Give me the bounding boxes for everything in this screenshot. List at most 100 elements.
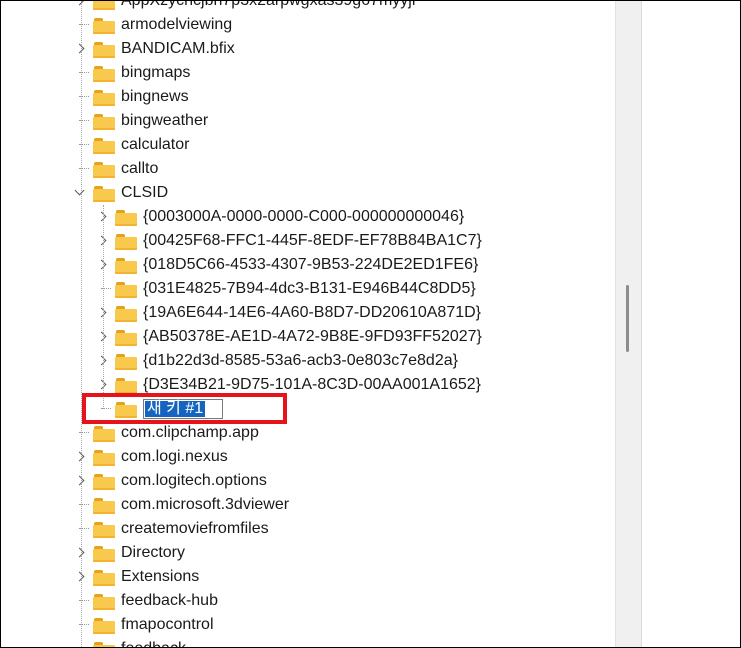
tree-item-label: calculator — [121, 136, 190, 153]
tree-item-label: {d1b22d3d-8585-53a6-acb3-0e803c7e8d2a} — [143, 352, 458, 369]
tree-connector — [73, 493, 89, 517]
tree-item-label: feedback-hub — [121, 592, 218, 609]
folder-icon — [93, 89, 115, 106]
tree-item-label: Directory — [121, 544, 186, 561]
tree-item-bingnews[interactable]: bingnews — [73, 85, 189, 109]
folder-icon — [93, 473, 115, 490]
chevron-right-icon[interactable] — [73, 37, 89, 61]
tree-item-clsid-child[interactable]: {19A6E644-14E6-4A60-B8D7-DD20610A871D} — [95, 301, 481, 325]
registry-key-tree: AppXzycncjbh7p3x2arpwgxas39g67myyjr armod… — [1, 1, 611, 647]
folder-icon — [93, 617, 115, 634]
folder-icon — [93, 569, 115, 586]
folder-icon — [93, 17, 115, 34]
chevron-right-icon[interactable] — [73, 1, 89, 13]
tree-item-label: {018D5C66-4533-4307-9B53-224DE2ED1FE6} — [143, 256, 479, 273]
tree-item-label: {0003000A-0000-0000-C000-000000000046} — [143, 208, 465, 225]
tree-connector — [73, 61, 89, 85]
folder-icon — [115, 209, 137, 226]
tree-item-label: feedback — [121, 640, 186, 647]
scrollbar-thumb[interactable] — [626, 285, 629, 352]
tree-item-clsid-child[interactable]: {031E4825-7B94-4dc3-B131-E946B44C8DD5} — [95, 277, 476, 301]
tree-item-label: fmapocontrol — [121, 616, 214, 633]
tree-item-callto[interactable]: callto — [73, 157, 158, 181]
tree-item-calculator[interactable]: calculator — [73, 133, 189, 157]
tree-vertical-scrollbar[interactable] — [615, 1, 641, 647]
tree-connector — [73, 517, 89, 541]
tree-item-com-microsoft-3dviewer[interactable]: com.microsoft.3dviewer — [73, 493, 289, 517]
folder-icon — [115, 377, 137, 394]
folder-icon — [93, 1, 115, 10]
tree-item-clsid-child[interactable]: {AB50378E-AE1D-4A72-9B8E-9FD93FF52027} — [95, 325, 482, 349]
tree-item-clsid-child[interactable]: {00425F68-FFC1-445F-8EDF-EF78B84BA1C7} — [95, 229, 482, 253]
tree-item-fmapocontrol[interactable]: fmapocontrol — [73, 613, 214, 637]
tree-item-bingmaps[interactable]: bingmaps — [73, 61, 190, 85]
tree-item-clsid-child[interactable]: {0003000A-0000-0000-C000-000000000046} — [95, 205, 464, 229]
tree-item-extensions[interactable]: Extensions — [73, 565, 199, 589]
folder-icon — [93, 497, 115, 514]
chevron-right-icon[interactable] — [73, 469, 89, 493]
tree-item-com-logi-nexus[interactable]: com.logi.nexus — [73, 445, 228, 469]
chevron-right-icon[interactable] — [73, 565, 89, 589]
tree-item-createmoviefromfiles[interactable]: createmoviefromfiles — [73, 517, 269, 541]
tree-item-com-clipchamp-app[interactable]: com.clipchamp.app — [73, 421, 259, 445]
tree-item-label: bingweather — [121, 112, 209, 129]
tree-item-clsid[interactable]: CLSID — [73, 181, 168, 205]
tree-item-clsid-child[interactable]: {d1b22d3d-8585-53a6-acb3-0e803c7e8d2a} — [95, 349, 458, 373]
tree-item-label: {031E4825-7B94-4dc3-B131-E946B44C8DD5} — [143, 280, 476, 297]
tree-item-label: bingmaps — [121, 64, 191, 81]
values-pane — [641, 1, 740, 647]
folder-icon — [93, 41, 115, 58]
folder-icon — [93, 449, 115, 466]
tree-connector — [73, 637, 89, 647]
tree-item-feedback[interactable]: feedback — [73, 637, 186, 647]
tree-connector — [73, 157, 89, 181]
tree-item-label: com.logitech.options — [121, 472, 267, 489]
tree-item-label: createmoviefromfiles — [121, 520, 269, 537]
tree-item-appx[interactable]: AppXzycncjbh7p3x2arpwgxas39g67myyjr — [73, 1, 417, 13]
folder-icon — [115, 329, 137, 346]
folder-icon — [93, 641, 115, 647]
clsid-tree-guide-line — [103, 205, 104, 409]
folder-icon — [115, 353, 137, 370]
chevron-right-icon[interactable] — [73, 445, 89, 469]
tree-connector — [73, 13, 89, 37]
tree-connector — [73, 109, 89, 133]
tree-item-label: callto — [121, 160, 159, 177]
tree-item-label: {AB50378E-AE1D-4A72-9B8E-9FD93FF52027} — [143, 328, 482, 345]
folder-icon — [93, 521, 115, 538]
tree-connector — [73, 613, 89, 637]
tree-connector — [73, 421, 89, 445]
tree-item-com-logitech-options[interactable]: com.logitech.options — [73, 469, 267, 493]
folder-icon — [93, 185, 115, 202]
folder-icon — [115, 281, 137, 298]
tree-item-label: {19A6E644-14E6-4A60-B8D7-DD20610A871D} — [143, 304, 482, 321]
tree-item-armodelviewing[interactable]: armodelviewing — [73, 13, 232, 37]
tree-item-label: armodelviewing — [121, 16, 233, 33]
tree-connector — [73, 85, 89, 109]
folder-icon — [93, 65, 115, 82]
folder-icon — [93, 545, 115, 562]
folder-icon — [93, 425, 115, 442]
folder-icon — [93, 113, 115, 130]
registry-editor-window: AppXzycncjbh7p3x2arpwgxas39g67myyjr armod… — [0, 0, 741, 648]
tree-item-feedback-hub[interactable]: feedback-hub — [73, 589, 218, 613]
tree-connector — [73, 133, 89, 157]
folder-icon — [115, 257, 137, 274]
tree-item-bandicam-bfix[interactable]: BANDICAM.bfix — [73, 37, 235, 61]
tree-item-label: CLSID — [121, 184, 169, 201]
tree-connector — [73, 589, 89, 613]
folder-icon — [115, 305, 137, 322]
tree-item-label: Extensions — [121, 568, 200, 585]
red-highlight-box — [82, 393, 287, 424]
tree-item-bingweather[interactable]: bingweather — [73, 109, 208, 133]
tree-item-clsid-child[interactable]: {018D5C66-4533-4307-9B53-224DE2ED1FE6} — [95, 253, 478, 277]
tree-item-directory[interactable]: Directory — [73, 541, 185, 565]
tree-item-label: com.logi.nexus — [121, 448, 228, 465]
tree-item-label: bingnews — [121, 88, 189, 105]
chevron-right-icon[interactable] — [73, 541, 89, 565]
chevron-down-icon[interactable] — [73, 181, 89, 205]
tree-item-label: com.microsoft.3dviewer — [121, 496, 290, 513]
folder-icon — [93, 137, 115, 154]
folder-icon — [93, 593, 115, 610]
folder-icon — [115, 233, 137, 250]
